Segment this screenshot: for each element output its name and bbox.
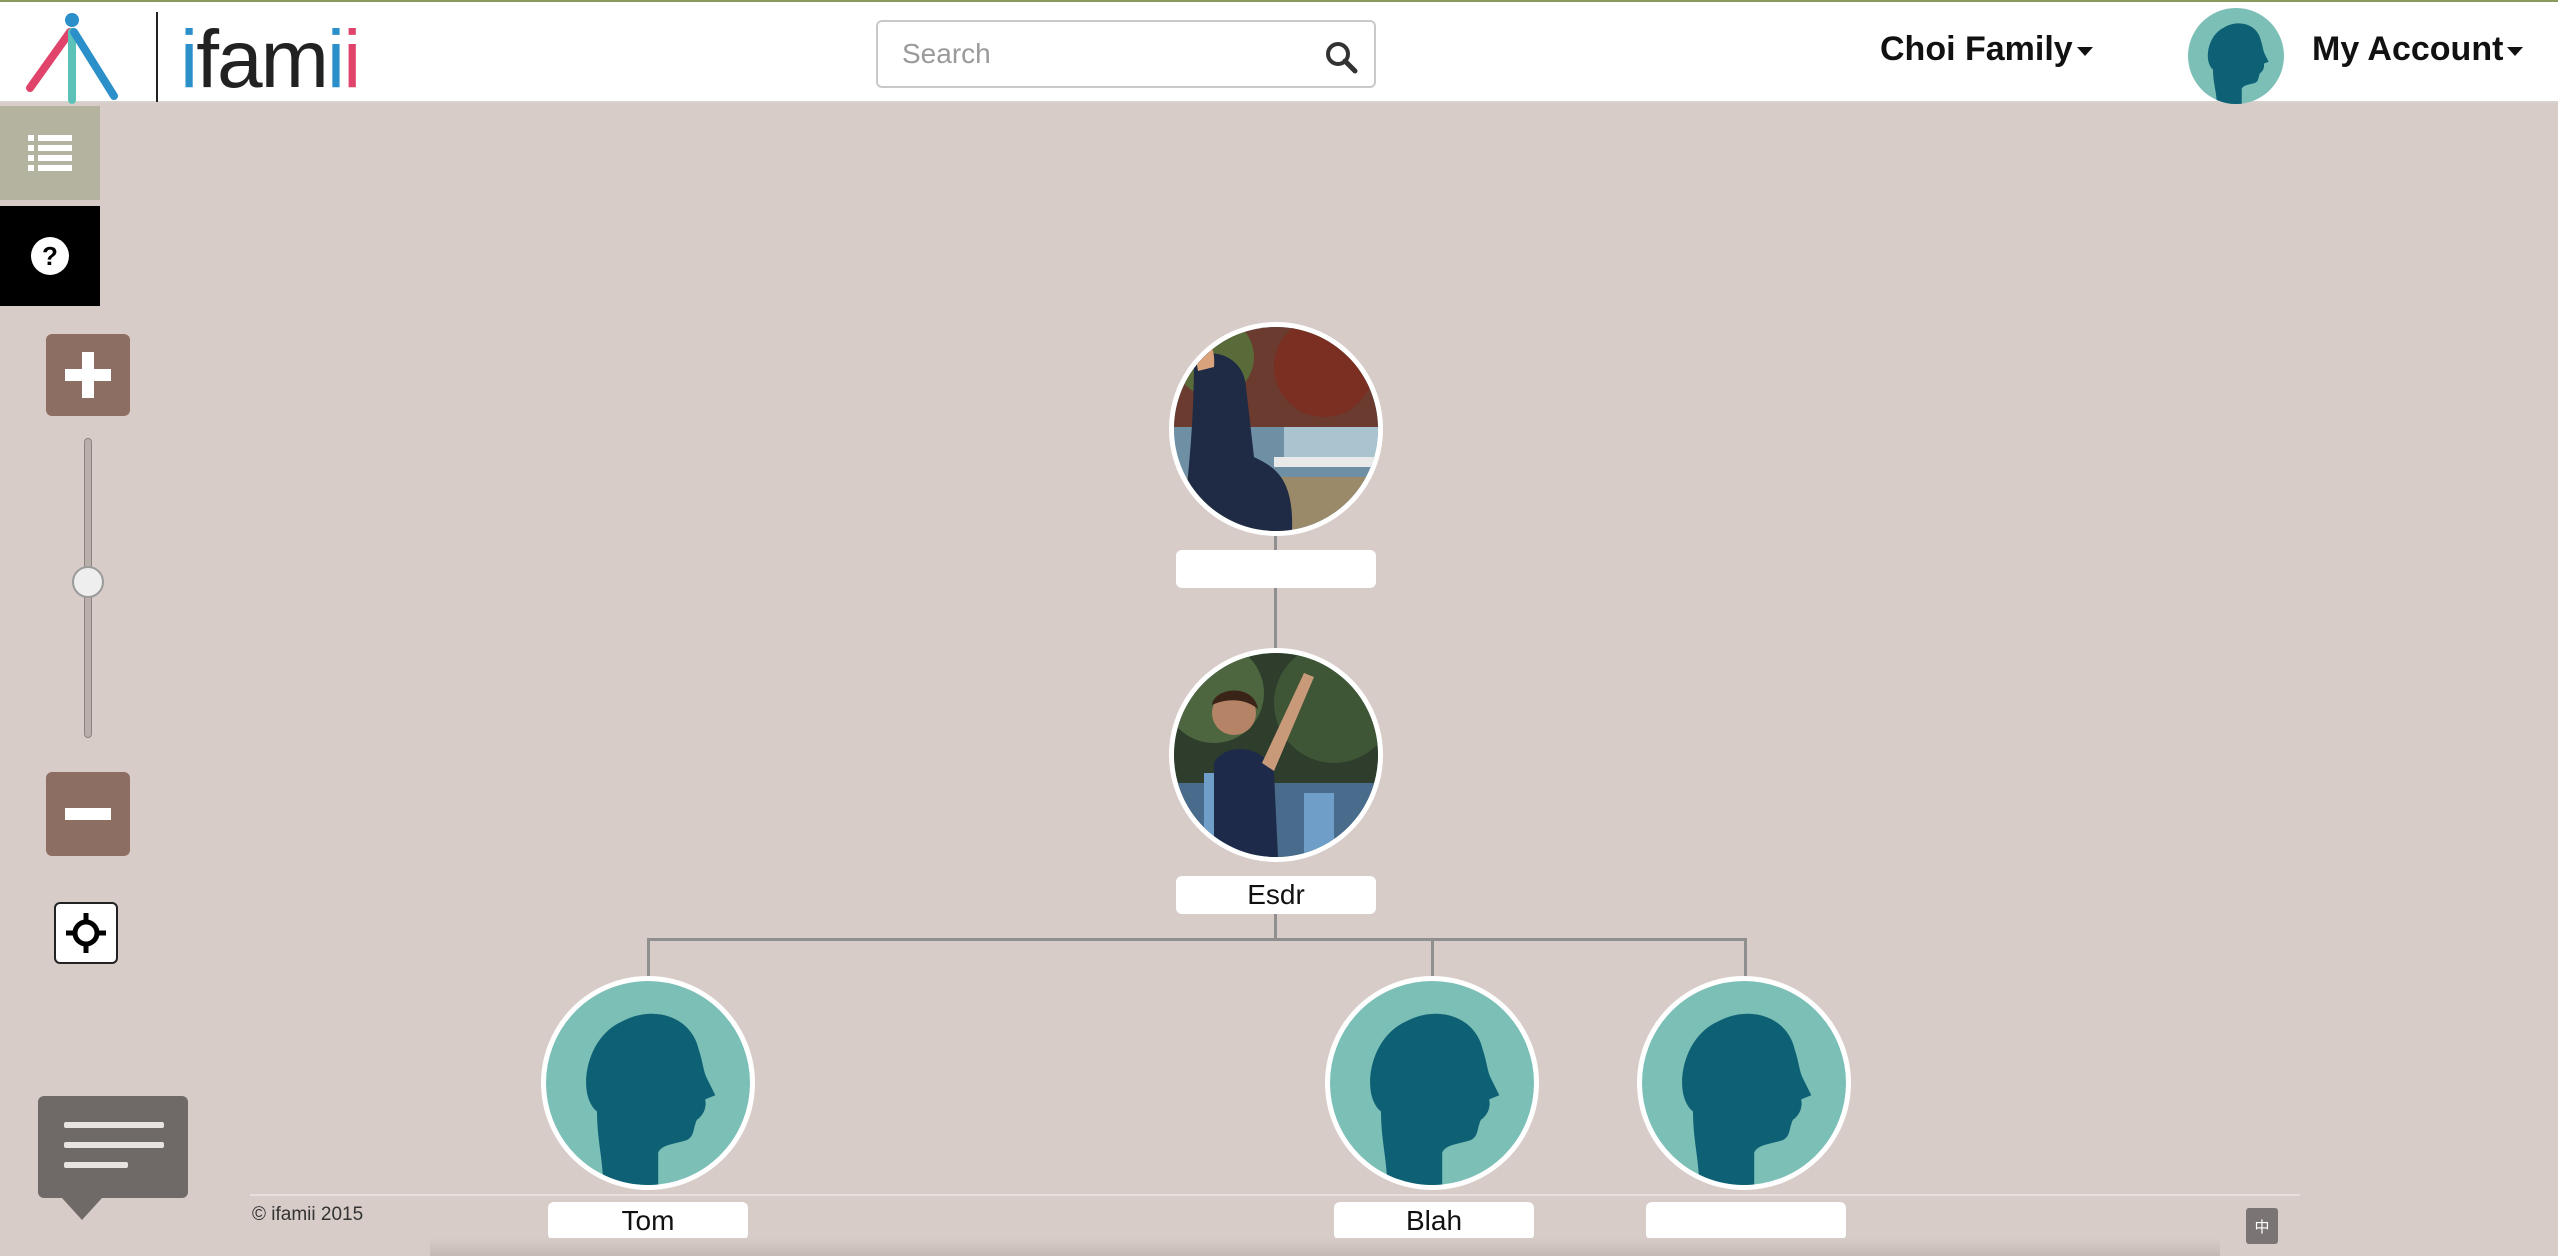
zoom-out-button[interactable] xyxy=(46,772,130,856)
zoom-in-button[interactable] xyxy=(46,334,130,416)
svg-text:?: ? xyxy=(42,241,58,271)
family-selector[interactable]: Choi Family xyxy=(1880,30,2093,69)
person-silhouette-icon xyxy=(2207,23,2269,104)
account-menu[interactable]: My Account xyxy=(2312,30,2524,69)
copyright-text: © ifamii 2015 xyxy=(252,1204,364,1225)
tree-connector xyxy=(1274,914,1277,940)
member-photo-image xyxy=(1174,327,1378,531)
person-silhouette-icon xyxy=(1370,1013,1500,1185)
chat-bubble-tail xyxy=(62,1198,102,1220)
zoom-slider-handle[interactable] xyxy=(72,566,104,598)
footer-shadow xyxy=(430,1238,2220,1256)
question-icon: ? xyxy=(31,237,69,275)
list-view-button[interactable] xyxy=(0,106,100,200)
tree-connector xyxy=(1431,938,1434,978)
person-silhouette-icon xyxy=(586,1013,716,1185)
family-member-avatar[interactable] xyxy=(1325,976,1539,1190)
family-member-avatar[interactable] xyxy=(1637,976,1851,1190)
ifamii-logo-icon[interactable] xyxy=(22,10,122,104)
person-silhouette-icon xyxy=(1682,1013,1812,1185)
chat-button[interactable] xyxy=(38,1096,188,1220)
family-member-avatar[interactable] xyxy=(541,976,755,1190)
avatar[interactable] xyxy=(2188,8,2284,104)
member-photo-image xyxy=(1174,653,1378,857)
chat-line xyxy=(64,1162,128,1168)
search-icon[interactable] xyxy=(1324,40,1358,74)
tree-connector xyxy=(1274,588,1277,650)
search-box xyxy=(876,20,1376,88)
ifamii-wordmark[interactable]: ifamii xyxy=(180,18,361,102)
member-name-tag[interactable] xyxy=(1646,1202,1846,1240)
family-member-photo[interactable] xyxy=(1169,322,1383,536)
top-navigation-bar: ifamii Choi Family My Account xyxy=(0,0,2558,104)
member-name-tag[interactable] xyxy=(1176,550,1376,588)
member-name-tag[interactable]: Tom xyxy=(548,1202,748,1240)
tree-connector xyxy=(647,938,650,978)
language-toggle-button[interactable]: 中 xyxy=(2246,1208,2278,1244)
logo-divider xyxy=(156,12,158,102)
plus-icon xyxy=(65,352,111,398)
family-selector-label: Choi Family xyxy=(1880,30,2073,68)
tree-connector xyxy=(647,938,1747,941)
footer-divider xyxy=(250,1194,2300,1196)
family-member-photo[interactable] xyxy=(1169,648,1383,862)
list-icon xyxy=(28,135,72,171)
chevron-down-icon xyxy=(2507,46,2524,56)
minus-icon xyxy=(65,808,111,820)
help-button[interactable]: ? xyxy=(0,206,100,306)
chat-line xyxy=(64,1122,164,1128)
crosshair-icon xyxy=(66,913,106,953)
account-menu-label: My Account xyxy=(2312,30,2504,68)
search-input[interactable] xyxy=(902,34,1302,74)
member-name-tag[interactable]: Esdr xyxy=(1176,876,1376,914)
chevron-down-icon xyxy=(2076,46,2093,56)
tree-connector xyxy=(1744,938,1747,978)
chat-line xyxy=(64,1142,164,1148)
member-name-tag[interactable]: Blah xyxy=(1334,1202,1534,1240)
recenter-button[interactable] xyxy=(54,902,118,964)
